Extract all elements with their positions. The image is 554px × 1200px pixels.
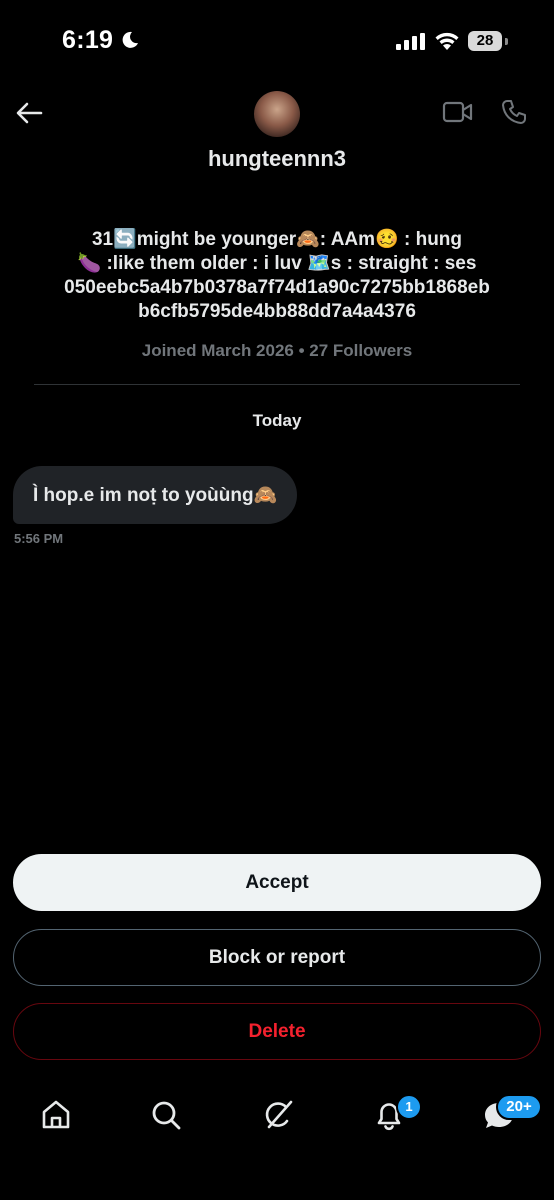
battery-cap: [505, 38, 508, 45]
status-bar: 6:19 28: [0, 0, 554, 84]
day-separator: Today: [252, 411, 302, 430]
message-timestamp: 5:56 PM: [14, 531, 64, 546]
message-bubble[interactable]: Ì hop.e im noṭ to yoùùng🙈: [13, 466, 298, 524]
battery-level: 28: [476, 32, 494, 49]
bio-line: 31🔄might be younger🙈: AAm🥴 : hung: [91, 229, 463, 250]
message-text: Ì hop.e im noṭ to yoùùng🙈: [33, 485, 278, 506]
avatar[interactable]: [254, 91, 300, 137]
moon-icon: [122, 31, 138, 48]
bio-line: 050eebc5a4b7b0378a7f74d1a90c7275bb1868eb: [64, 277, 490, 298]
block-or-report-button[interactable]: Block or report: [13, 929, 541, 986]
back-arrow-icon[interactable]: [14, 98, 44, 128]
profile-username: hungteennn3: [207, 146, 347, 171]
search-icon[interactable]: [148, 1097, 184, 1133]
notifications-badge: 1: [396, 1094, 422, 1120]
status-time: 6:19: [62, 26, 114, 54]
accept-button[interactable]: Accept: [13, 854, 541, 911]
profile-bio: 31🔄might be younger🙈: AAm🥴 : hung 🍆 :lik…: [30, 228, 524, 324]
video-call-icon[interactable]: [442, 100, 474, 124]
phone-icon[interactable]: [500, 98, 528, 126]
joined-followers-info: Joined March 2026 • 27 Followers: [141, 341, 413, 360]
messages-badge: 20+: [496, 1094, 542, 1120]
divider: [34, 384, 520, 385]
wifi-icon: [435, 32, 459, 50]
bio-line: 🍆 :like them older : i luv 🗺️s : straigh…: [77, 253, 477, 274]
bio-line: b6cfb5795de4bb88dd7a4a4376: [138, 301, 416, 322]
cellular-signal-icon: [396, 33, 425, 50]
grok-icon[interactable]: [260, 1097, 296, 1133]
battery-icon: 28: [468, 31, 502, 51]
home-icon[interactable]: [38, 1097, 74, 1133]
delete-button[interactable]: Delete: [13, 1003, 541, 1060]
